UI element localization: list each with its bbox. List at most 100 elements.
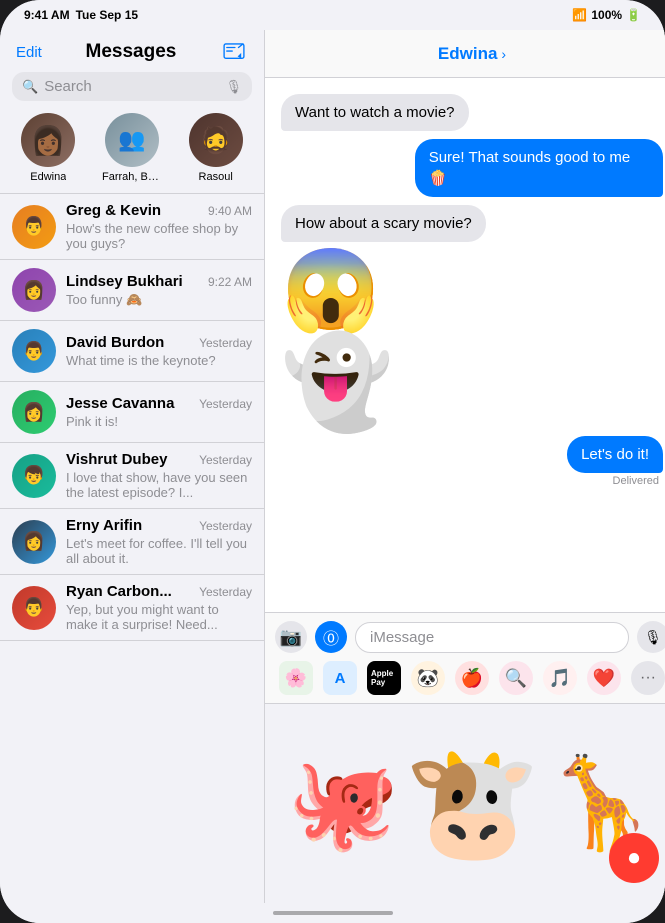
search-emoji-icon: 🔍 (505, 668, 527, 689)
heart-icon: ❤️ (593, 668, 615, 689)
conversation-preview-0: How's the new coffee shop by you guys? (66, 221, 252, 251)
memoji-octopus[interactable]: 🐙 (287, 759, 399, 849)
music-button[interactable]: 🎵 (543, 661, 577, 695)
conversation-name-4: Vishrut Dubey (66, 451, 167, 468)
message-row-2: Sure! That sounds good to me 🍿 (281, 139, 663, 197)
message-row-4: 😱 (281, 250, 663, 330)
conversation-name-6: Ryan Carbon... (66, 583, 172, 600)
memoji-button[interactable]: 🐼 (411, 661, 445, 695)
memoji-cow[interactable]: 🐮 (404, 749, 541, 859)
appstore-icon: ⓪ (323, 625, 339, 649)
conversation-preview-5: Let's meet for coffee. I'll tell you all… (66, 536, 252, 566)
pinned-contact-farrah[interactable]: 👥 Farrah, Brya... (102, 113, 162, 183)
date: Tue Sep 15 (76, 8, 138, 22)
chat-header: Edwina › (265, 30, 665, 78)
record-button[interactable]: ⏺ (609, 833, 659, 883)
home-bar (0, 903, 665, 923)
sidebar: Edit Messages 🔍 Search 🎙 (0, 30, 265, 903)
waveform-button[interactable]: 🎙 (637, 621, 665, 653)
photos-icon: 🌸 (285, 668, 307, 689)
conversation-item-5[interactable]: 👩Erny ArifinYesterdayLet's meet for coff… (0, 509, 264, 575)
appstore-app-icon: A (335, 670, 346, 687)
pinned-contact-rasoul[interactable]: 🧔 Rasoul (189, 113, 243, 183)
conversation-name-3: Jesse Cavanna (66, 395, 174, 412)
search-icon: 🔍 (22, 79, 38, 95)
main-content: Edit Messages 🔍 Search 🎙 (0, 30, 665, 903)
conversation-time-2: Yesterday (199, 336, 252, 350)
message-bubble-3: How about a scary movie? (281, 205, 486, 242)
search-placeholder: Search (44, 78, 219, 95)
avatar-farrah: 👥 (105, 113, 159, 167)
pinned-label-edwina: Edwina (30, 171, 66, 183)
conversation-time-3: Yesterday (199, 397, 252, 411)
avatar-edwina: 👩🏾 (21, 113, 75, 167)
conversation-preview-6: Yep, but you might want to make it a sur… (66, 602, 252, 632)
memoji-icon: 🐼 (417, 668, 439, 689)
more-apps-button[interactable]: ··· (631, 661, 665, 695)
conversation-name-0: Greg & Kevin (66, 202, 161, 219)
compose-button[interactable] (220, 38, 248, 66)
chevron-right-icon: › (501, 46, 506, 62)
pinned-label-farrah: Farrah, Brya... (102, 171, 162, 183)
conversation-preview-3: Pink it is! (66, 414, 252, 429)
conversation-item-1[interactable]: 👩Lindsey Bukhari9:22 AMToo funny 🙈 (0, 260, 264, 321)
messages-scroll: Want to watch a movie? Sure! That sounds… (265, 78, 665, 612)
mic-icon: 🎙 (225, 79, 242, 95)
edit-button[interactable]: Edit (16, 44, 42, 61)
conversation-preview-2: What time is the keynote? (66, 353, 252, 368)
pinned-contacts: 👩🏾 Edwina 👥 Farrah, Brya... 🧔 Rasoul (0, 109, 264, 194)
conversation-item-0[interactable]: 👨Greg & Kevin9:40 AMHow's the new coffee… (0, 194, 264, 260)
more-dots-icon: ··· (640, 669, 656, 687)
delivered-label: Delivered (613, 475, 663, 487)
conversation-name-1: Lindsey Bukhari (66, 273, 183, 290)
conversation-time-5: Yesterday (199, 519, 252, 533)
apps-row: 🌸 A Apple Pay 🐼 🍎 🔍 (275, 661, 665, 695)
message-list: 👨Greg & Kevin9:40 AMHow's the new coffee… (0, 194, 264, 903)
sidebar-title: Messages (42, 41, 220, 63)
record-icon: ⏺ (628, 845, 639, 871)
camera-icon: 📷 (280, 627, 302, 648)
input-row: 📷 ⓪ iMessage 🎙 (275, 621, 665, 653)
conversation-name-2: David Burdon (66, 334, 164, 351)
conversation-time-6: Yesterday (199, 585, 252, 599)
message-row-1: Want to watch a movie? (281, 94, 663, 131)
chat-contact-name[interactable]: Edwina (438, 44, 498, 64)
input-bar: 📷 ⓪ iMessage 🎙 🌸 (265, 612, 665, 703)
message-row-5: 👻 (281, 338, 663, 428)
message-bubble-1: Want to watch a movie? (281, 94, 469, 131)
search-bar[interactable]: 🔍 Search 🎙 (12, 72, 252, 101)
applepay-icon: Apple Pay (371, 669, 397, 687)
battery-icon: 🔋 (626, 8, 641, 22)
conversation-preview-1: Too funny 🙈 (66, 292, 252, 308)
status-bar: 9:41 AM Tue Sep 15 📶 100% 🔋 (0, 0, 665, 30)
imessage-input[interactable]: iMessage (355, 622, 629, 653)
conversation-item-3[interactable]: 👩Jesse CavannaYesterdayPink it is! (0, 382, 264, 443)
ipad-frame: 9:41 AM Tue Sep 15 📶 100% 🔋 Edit Message… (0, 0, 665, 923)
chat-area: Edwina › Want to watch a movie? Sure! Th… (265, 30, 665, 903)
emoji-icon: 🍎 (461, 668, 483, 689)
search-emoji-button[interactable]: 🔍 (499, 661, 533, 695)
conversation-item-6[interactable]: 👨Ryan Carbon...YesterdayYep, but you mig… (0, 575, 264, 641)
heart-button[interactable]: ❤️ (587, 661, 621, 695)
music-icon: 🎵 (549, 668, 571, 689)
conversation-preview-4: I love that show, have you seen the late… (66, 470, 252, 500)
avatar-rasoul: 🧔 (189, 113, 243, 167)
appstore-app-button[interactable]: A (323, 661, 357, 695)
conversation-time-4: Yesterday (199, 453, 252, 467)
pinned-contact-edwina[interactable]: 👩🏾 Edwina (21, 113, 75, 183)
message-row-3: How about a scary movie? (281, 205, 663, 242)
photos-app-button[interactable]: 🌸 (279, 661, 313, 695)
appstore-button[interactable]: ⓪ (315, 621, 347, 653)
conversation-item-4[interactable]: 👦Vishrut DubeyYesterdayI love that show,… (0, 443, 264, 509)
emoji-button[interactable]: 🍎 (455, 661, 489, 695)
waveform-icon: 🎙 (644, 629, 662, 646)
camera-button[interactable]: 📷 (275, 621, 307, 653)
sticker-ghost: 👻 (281, 338, 393, 428)
conversation-item-2[interactable]: 👨David BurdonYesterdayWhat time is the k… (0, 321, 264, 382)
time: 9:41 AM (24, 8, 70, 22)
conversation-time-0: 9:40 AM (208, 204, 252, 218)
memoji-panel: 🐙 🐮 🦒 ⏺ (265, 703, 665, 903)
conversation-time-1: 9:22 AM (208, 275, 252, 289)
applepay-button[interactable]: Apple Pay (367, 661, 401, 695)
conversation-name-5: Erny Arifin (66, 517, 142, 534)
